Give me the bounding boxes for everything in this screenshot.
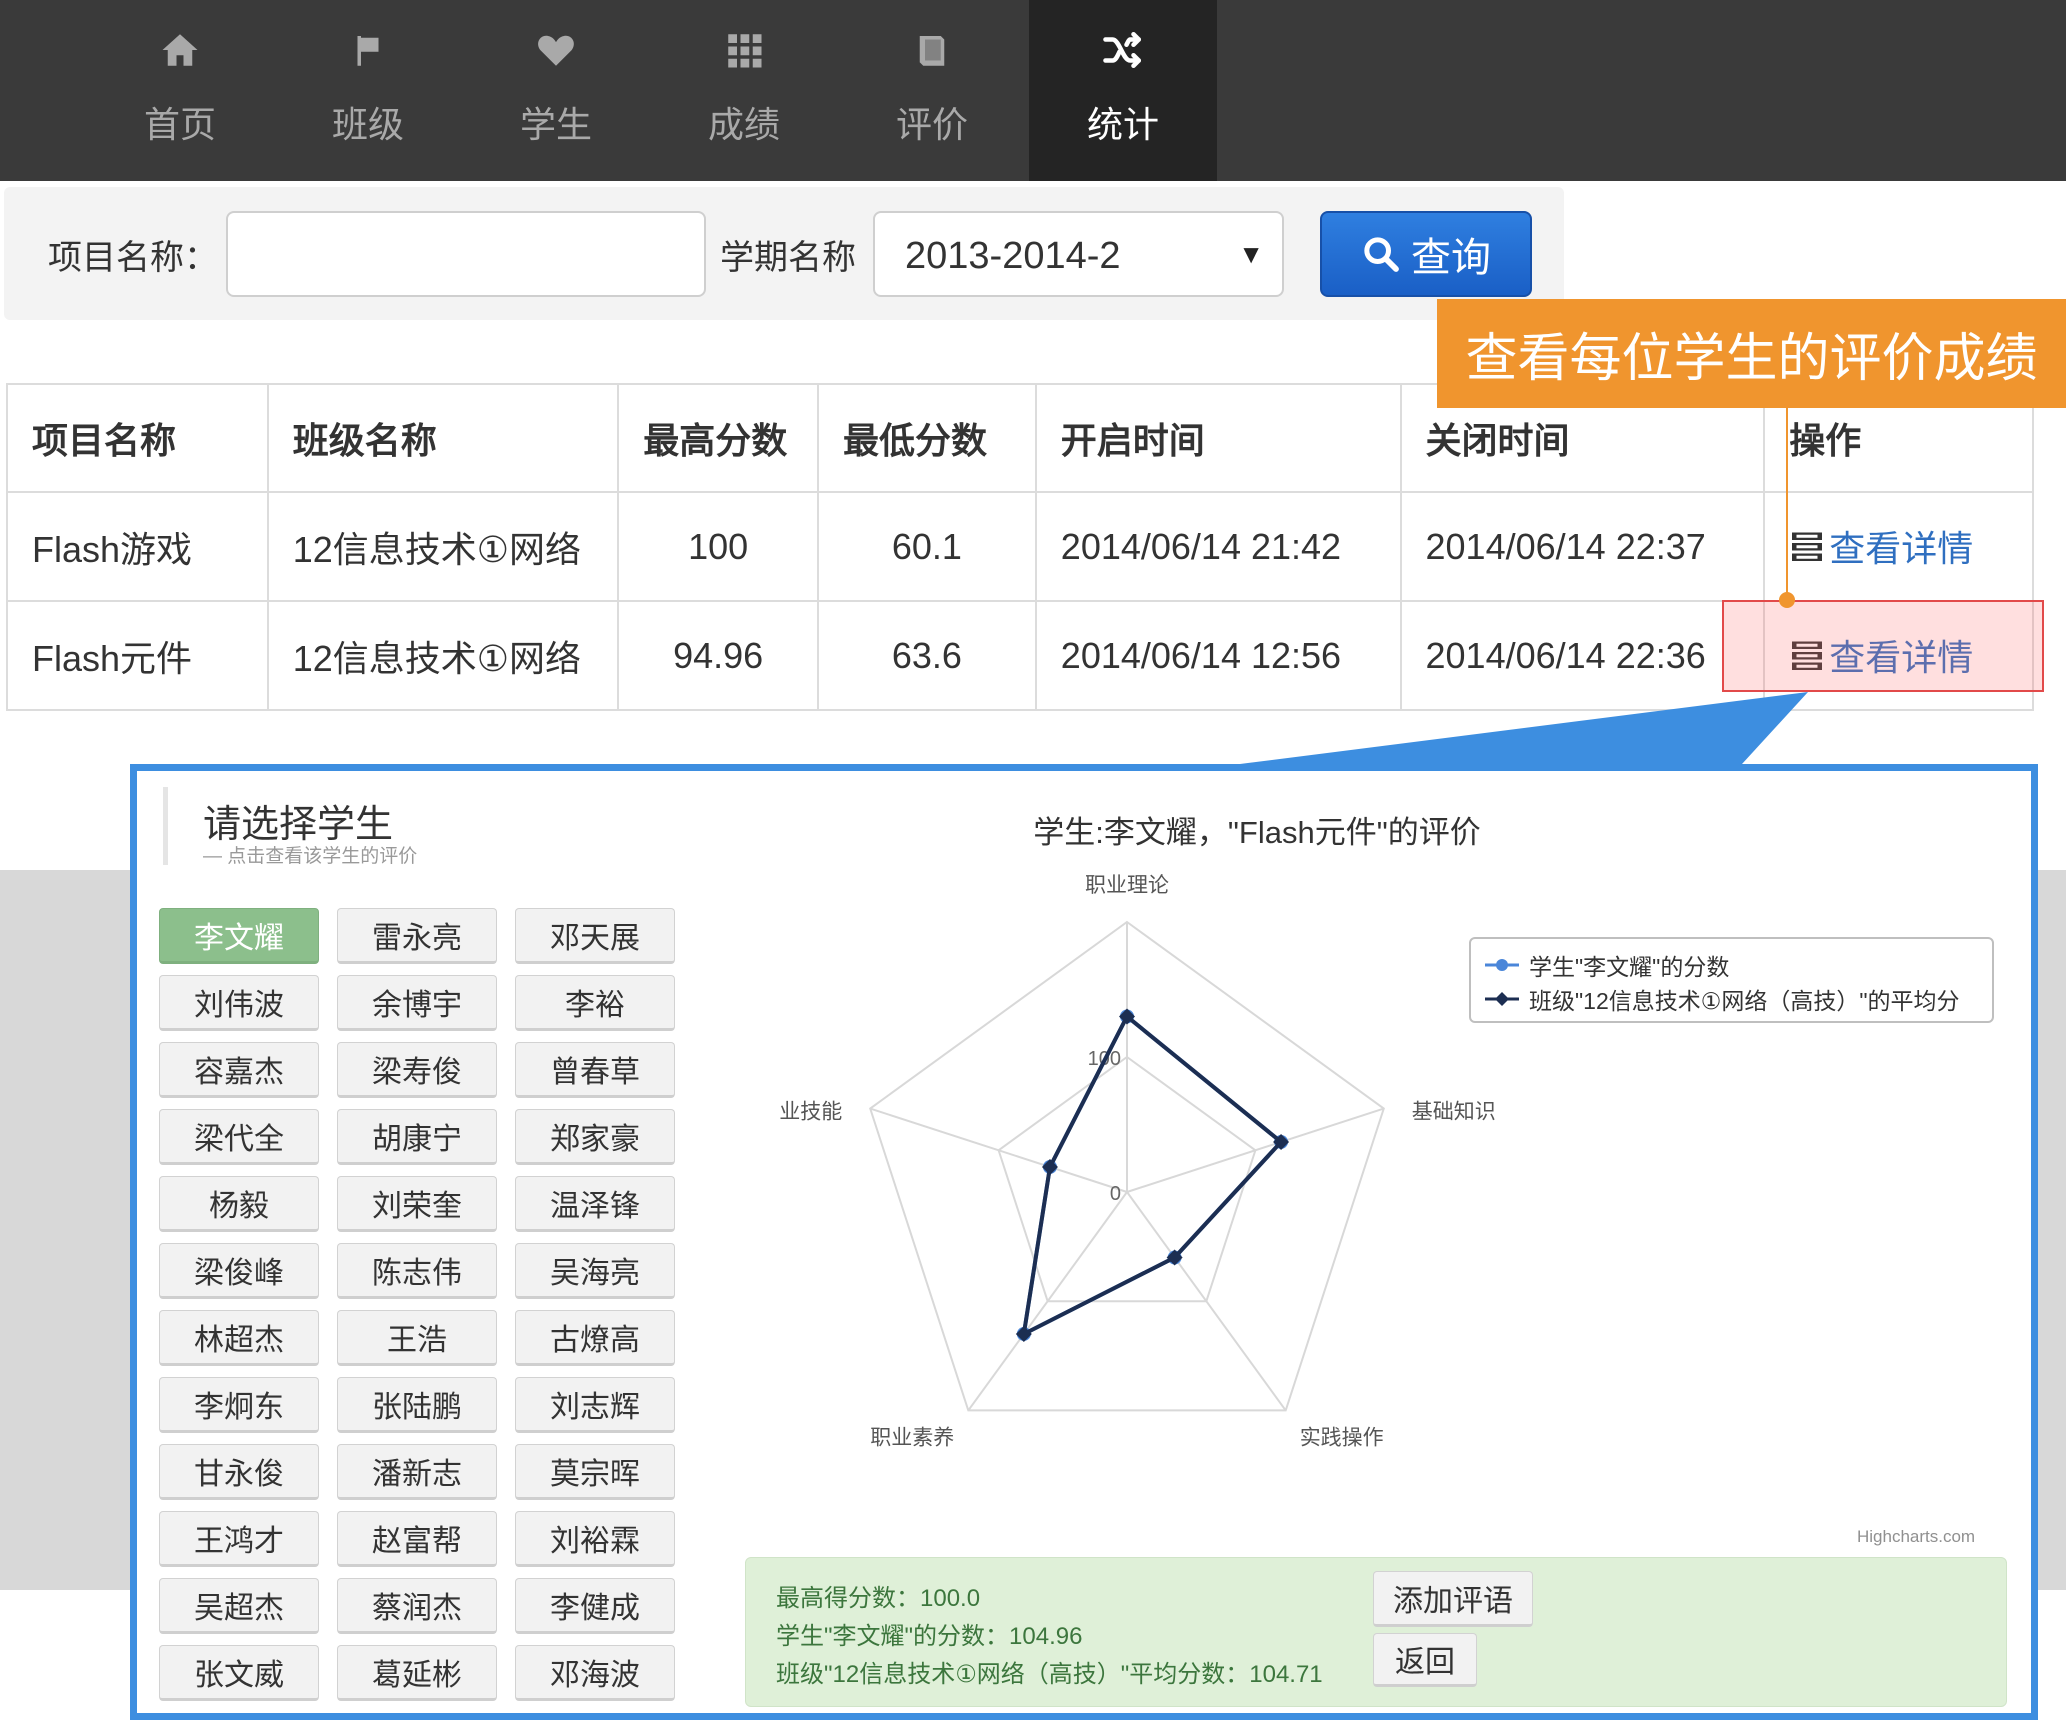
info-max-score: 最高得分数：100.0 xyxy=(776,1585,981,1612)
legend-marker-student xyxy=(1485,959,1519,971)
add-comment-button[interactable]: 添加评语 xyxy=(1373,1571,1533,1627)
radar-point xyxy=(1041,1158,1058,1175)
radar-category-label: 职业理论 xyxy=(1085,874,1169,897)
radar-spoke xyxy=(869,1107,1128,1193)
legend-item[interactable]: 班级"12信息技术①网络（高技）"的平均分 xyxy=(1485,982,1960,1016)
info-student-score: 学生"李文耀"的分数：104.96 xyxy=(776,1623,1083,1650)
radial-tick-label: 0 xyxy=(1110,1183,1121,1205)
legend-label: 学生"李文耀"的分数 xyxy=(1529,954,1730,980)
radar-category-label: 业技能 xyxy=(779,1101,842,1124)
radar-series-line xyxy=(1021,1013,1284,1338)
legend-item[interactable]: 学生"李文耀"的分数 xyxy=(1485,948,1729,982)
radar-category-label: 职业素养 xyxy=(870,1426,954,1449)
student-evaluation-popup: 请选择学生 — 点击查看该学生的评价 李文耀 雷永亮 邓天展 刘伟波 余博宇 李裕 容嘉杰梁… xyxy=(130,764,2038,1720)
radar-category-label: 基础知识 xyxy=(1412,1101,1496,1124)
legend-label: 班级"12信息技术①网络（高技）"的平均分 xyxy=(1529,988,1960,1014)
popup-pointer xyxy=(1240,692,1808,764)
chart-credit[interactable]: Highcharts.com xyxy=(1857,1527,1975,1547)
info-class-average: 班级"12信息技术①网络（高技）"平均分数：104.71 xyxy=(776,1661,1323,1688)
radar-category-label: 实践操作 xyxy=(1300,1426,1384,1449)
chart-legend: 学生"李文耀"的分数 班级"12信息技术①网络（高技）"的平均分 xyxy=(1469,937,1994,1023)
radar-series-line xyxy=(1021,1013,1284,1338)
legend-marker-class xyxy=(1485,992,1519,1006)
radar-point xyxy=(1015,1325,1032,1342)
back-button[interactable]: 返回 xyxy=(1373,1633,1477,1687)
